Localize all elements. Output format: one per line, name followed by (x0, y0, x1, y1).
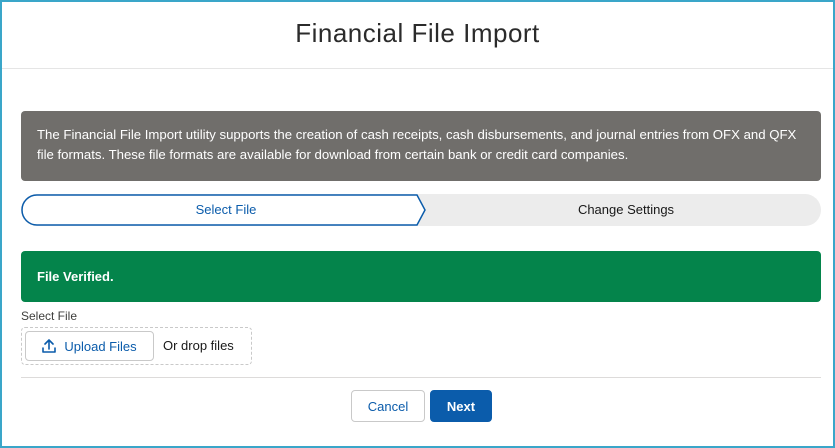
modal-title: Financial File Import (295, 18, 540, 48)
upload-icon (42, 339, 57, 353)
footer-divider (21, 377, 821, 378)
file-dropzone[interactable]: Upload Files Or drop files (21, 327, 252, 365)
select-file-label: Select File (21, 309, 78, 323)
path-step-select-file[interactable]: Select File (21, 194, 431, 226)
success-banner: File Verified. (21, 251, 821, 302)
next-button[interactable]: Next (430, 390, 492, 422)
upload-files-label: Upload Files (64, 338, 137, 354)
modal-window: Financial File Import The Financial File… (0, 0, 835, 448)
cancel-button[interactable]: Cancel (351, 390, 425, 422)
info-banner: The Financial File Import utility suppor… (21, 111, 821, 181)
path-step-change-settings[interactable]: Change Settings (431, 194, 821, 226)
drop-files-text: Or drop files (163, 338, 234, 353)
info-banner-text: The Financial File Import utility suppor… (37, 127, 797, 162)
success-banner-text: File Verified. (37, 269, 114, 284)
upload-files-button[interactable]: Upload Files (25, 331, 154, 361)
progress-path: Select File Change Settings (21, 194, 821, 226)
header-divider (2, 68, 833, 69)
